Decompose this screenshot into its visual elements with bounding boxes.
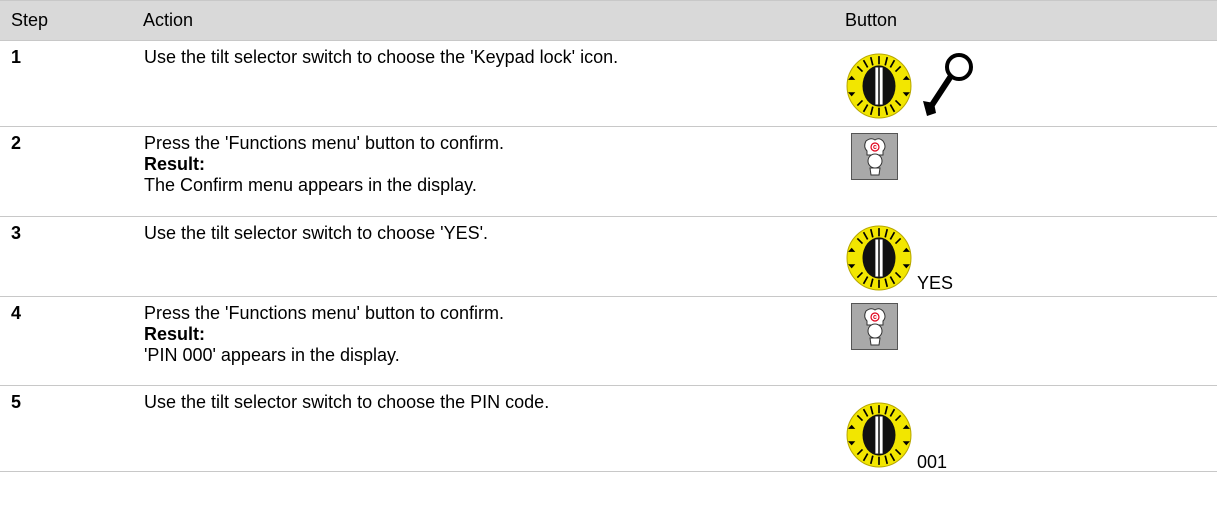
- table-row: 5 Use the tilt selector switch to choose…: [0, 385, 1217, 472]
- header-step: Step: [0, 0, 143, 41]
- switch-value: 001: [917, 452, 948, 472]
- step-action: Use the tilt selector switch to choose t…: [143, 385, 845, 472]
- step-action: Press the 'Functions menu' button to con…: [143, 126, 845, 217]
- result-label: Result:: [144, 324, 206, 344]
- header-action: Action: [143, 0, 845, 41]
- functions-menu-chef-icon: c: [851, 133, 898, 180]
- functions-menu-chef-icon: c: [851, 303, 898, 350]
- result-text: 'PIN 000' appears in the display.: [144, 345, 400, 365]
- button-cell: c: [845, 126, 1217, 217]
- step-number: 4: [0, 296, 143, 386]
- step-number: 5: [0, 385, 143, 472]
- action-text: Use the tilt selector switch to choose t…: [144, 47, 619, 67]
- step-number: 2: [0, 126, 143, 217]
- action-text: Press the 'Functions menu' button to con…: [144, 303, 505, 323]
- svg-text:c: c: [873, 144, 877, 151]
- tilt-selector-switch-icon: [846, 225, 912, 291]
- header-button: Button: [845, 0, 1217, 41]
- table-header-row: Step Action Button: [0, 0, 1217, 41]
- instruction-table: Step Action Button 1 Use the tilt select…: [0, 0, 1217, 472]
- step-action: Press the 'Functions menu' button to con…: [143, 296, 845, 386]
- step-action: Use the tilt selector switch to choose t…: [143, 40, 845, 127]
- button-cell: [845, 40, 1217, 127]
- action-text: Press the 'Functions menu' button to con…: [144, 133, 505, 153]
- step-number: 1: [0, 40, 143, 127]
- action-text: Use the tilt selector switch to choose '…: [144, 223, 489, 243]
- table-row: 4 Press the 'Functions menu' button to c…: [0, 296, 1217, 386]
- action-text: Use the tilt selector switch to choose t…: [144, 392, 550, 412]
- button-cell: 001: [845, 385, 1217, 472]
- button-cell: c: [845, 296, 1217, 386]
- step-number: 3: [0, 216, 143, 297]
- step-action: Use the tilt selector switch to choose '…: [143, 216, 845, 297]
- switch-value: YES: [917, 273, 954, 293]
- tilt-selector-switch-icon: [846, 402, 912, 468]
- table-row: 1 Use the tilt selector switch to choose…: [0, 40, 1217, 127]
- key-icon: [923, 53, 973, 116]
- result-label: Result:: [144, 154, 206, 174]
- table-row: 3 Use the tilt selector switch to choose…: [0, 216, 1217, 297]
- svg-text:c: c: [873, 314, 877, 321]
- tilt-selector-switch-icon: [846, 53, 912, 119]
- table-row: 2 Press the 'Functions menu' button to c…: [0, 126, 1217, 217]
- result-text: The Confirm menu appears in the display.: [144, 175, 477, 195]
- button-cell: YES: [845, 216, 1217, 297]
